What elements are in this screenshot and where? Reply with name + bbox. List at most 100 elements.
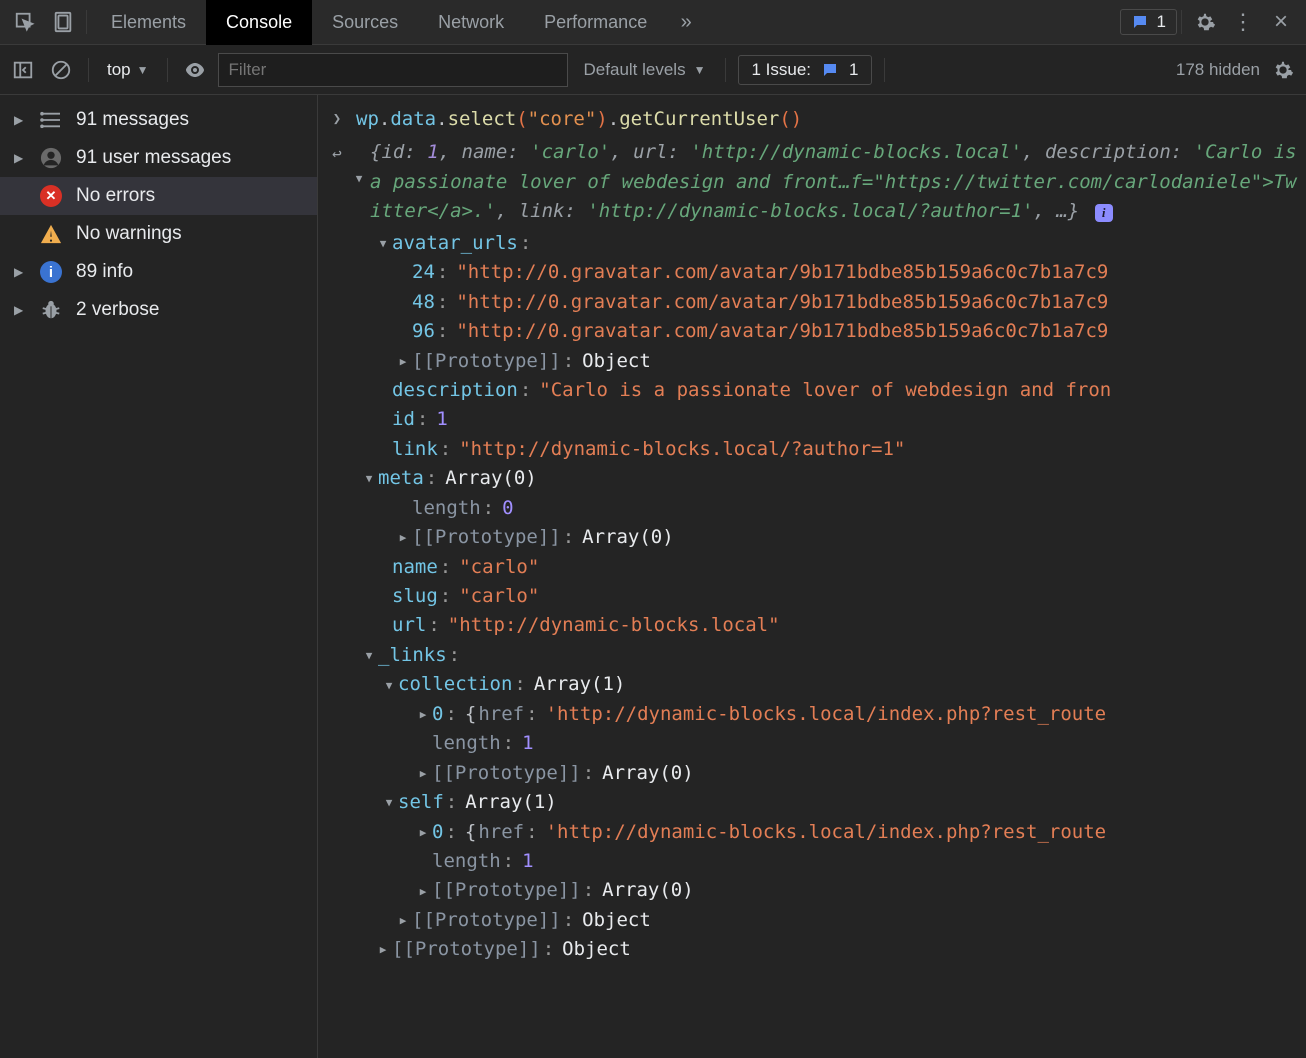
chevron-down-icon: ▼ bbox=[137, 63, 149, 77]
divider bbox=[1181, 10, 1182, 34]
tree-row-avatar-24[interactable]: 24: "http://0.gravatar.com/avatar/9b171b… bbox=[376, 258, 1306, 287]
close-devtools-icon[interactable]: × bbox=[1264, 5, 1298, 39]
expand-toggle-icon[interactable] bbox=[382, 677, 396, 694]
chat-icon bbox=[1131, 13, 1149, 31]
sidebar-item-label: 89 info bbox=[76, 261, 133, 283]
object-preview: {id: 1, name: 'carlo', url: 'http://dyna… bbox=[356, 138, 1306, 226]
divider bbox=[884, 58, 885, 82]
expand-toggle-icon[interactable] bbox=[416, 765, 430, 782]
expand-toggle-icon[interactable] bbox=[416, 824, 430, 841]
log-levels-selector[interactable]: Default levels ▼ bbox=[576, 60, 714, 80]
tree-row-slug[interactable]: slug: "carlo" bbox=[376, 582, 1306, 611]
tree-row-proto[interactable]: [[Prototype]]: Array(0) bbox=[376, 759, 1306, 788]
tree-row-name[interactable]: name: "carlo" bbox=[376, 553, 1306, 582]
settings-gear-icon[interactable] bbox=[1188, 5, 1222, 39]
issue-label: 1 Issue: bbox=[751, 60, 811, 80]
expand-toggle-icon[interactable] bbox=[362, 470, 376, 487]
tab-console[interactable]: Console bbox=[206, 0, 312, 45]
chevron-down-icon: ▼ bbox=[694, 63, 706, 77]
tree-row-description[interactable]: description: "Carlo is a passionate love… bbox=[376, 376, 1306, 405]
tree-row-self-0[interactable]: 0: {href: 'http://dynamic-blocks.local/i… bbox=[376, 818, 1306, 847]
expand-arrow-icon: ▶ bbox=[14, 113, 26, 127]
execution-context-selector[interactable]: top ▼ bbox=[101, 60, 155, 80]
tree-row-meta[interactable]: meta: Array(0) bbox=[362, 464, 1306, 493]
kebab-menu-icon[interactable]: ⋮ bbox=[1226, 5, 1260, 39]
levels-label: Default levels bbox=[584, 60, 686, 80]
expand-toggle-icon[interactable] bbox=[352, 170, 366, 187]
sidebar-item-verbose[interactable]: ▶ 2 verbose bbox=[0, 291, 317, 329]
tree-row-url[interactable]: url: "http://dynamic-blocks.local" bbox=[376, 611, 1306, 640]
console-command-row[interactable]: ❯ wp.data.select("core").getCurrentUser(… bbox=[328, 103, 1306, 136]
warning-icon bbox=[40, 223, 62, 245]
device-toggle-icon[interactable] bbox=[46, 5, 80, 39]
toggle-sidebar-icon[interactable] bbox=[8, 55, 38, 85]
info-badge-icon[interactable]: i bbox=[1095, 204, 1113, 222]
tree-row-proto[interactable]: [[Prototype]]: Object bbox=[376, 935, 1306, 964]
expand-toggle-icon[interactable] bbox=[416, 706, 430, 723]
output-arrow-icon: ↩ bbox=[328, 138, 346, 167]
console-settings-gear-icon[interactable] bbox=[1268, 55, 1298, 85]
issues-count: 1 bbox=[1157, 12, 1166, 32]
list-icon bbox=[40, 109, 62, 131]
inspect-element-icon[interactable] bbox=[8, 5, 42, 39]
expand-toggle-icon[interactable] bbox=[396, 529, 410, 546]
tree-row-avatar-96[interactable]: 96: "http://0.gravatar.com/avatar/9b171b… bbox=[376, 317, 1306, 346]
expand-arrow-icon: ▶ bbox=[14, 303, 26, 317]
divider bbox=[86, 10, 87, 34]
chat-icon bbox=[821, 61, 839, 79]
expand-toggle-icon[interactable] bbox=[362, 647, 376, 664]
sidebar-item-user-messages[interactable]: ▶ 91 user messages bbox=[0, 139, 317, 177]
divider bbox=[167, 58, 168, 82]
sidebar-item-label: 91 messages bbox=[76, 109, 189, 131]
clear-console-icon[interactable] bbox=[46, 55, 76, 85]
console-toolbar: top ▼ Default levels ▼ 1 Issue: 1 178 hi… bbox=[0, 45, 1306, 95]
console-result-row[interactable]: ↩ {id: 1, name: 'carlo', url: 'http://dy… bbox=[328, 136, 1306, 228]
tree-row-proto[interactable]: [[Prototype]]: Array(0) bbox=[376, 876, 1306, 905]
sidebar-item-label: 91 user messages bbox=[76, 147, 231, 169]
context-label: top bbox=[107, 60, 131, 80]
tree-row-self[interactable]: self: Array(1) bbox=[362, 788, 1306, 817]
tree-row-avatar-urls[interactable]: avatar_urls: bbox=[376, 229, 1306, 258]
tab-performance[interactable]: Performance bbox=[524, 0, 667, 45]
issues-chip[interactable]: 1 bbox=[1120, 9, 1177, 35]
sidebar-item-errors[interactable]: ▶ ✕ No errors bbox=[0, 177, 317, 215]
tree-row-meta-length[interactable]: length: 0 bbox=[376, 494, 1306, 523]
tab-sources[interactable]: Sources bbox=[312, 0, 418, 45]
tree-row-avatar-48[interactable]: 48: "http://0.gravatar.com/avatar/9b171b… bbox=[376, 288, 1306, 317]
expand-toggle-icon[interactable] bbox=[376, 235, 390, 252]
expand-toggle-icon[interactable] bbox=[376, 941, 390, 958]
sidebar-item-messages[interactable]: ▶ 91 messages bbox=[0, 101, 317, 139]
divider bbox=[88, 58, 89, 82]
hidden-count[interactable]: 178 hidden bbox=[1176, 60, 1260, 80]
expand-arrow-icon: ▶ bbox=[14, 265, 26, 279]
tree-row-proto[interactable]: [[Prototype]]: Array(0) bbox=[376, 523, 1306, 552]
tree-row-proto[interactable]: [[Prototype]]: Object bbox=[376, 906, 1306, 935]
tree-row-links[interactable]: _links: bbox=[362, 641, 1306, 670]
issues-pill[interactable]: 1 Issue: 1 bbox=[738, 55, 871, 85]
expand-toggle-icon[interactable] bbox=[396, 353, 410, 370]
object-tree: avatar_urls: 24: "http://0.gravatar.com/… bbox=[328, 229, 1306, 965]
divider bbox=[725, 58, 726, 82]
more-tabs-icon[interactable]: » bbox=[669, 5, 703, 39]
expand-toggle-icon[interactable] bbox=[396, 912, 410, 929]
sidebar-item-info[interactable]: ▶ i 89 info bbox=[0, 253, 317, 291]
expand-toggle-icon[interactable] bbox=[416, 883, 430, 900]
tree-row-id[interactable]: id: 1 bbox=[376, 405, 1306, 434]
sidebar-item-label: No errors bbox=[76, 185, 155, 207]
tree-row-collection-0[interactable]: 0: {href: 'http://dynamic-blocks.local/i… bbox=[376, 700, 1306, 729]
tree-row-self-length[interactable]: length: 1 bbox=[376, 847, 1306, 876]
tree-row-link[interactable]: link: "http://dynamic-blocks.local/?auth… bbox=[376, 435, 1306, 464]
expand-toggle-icon[interactable] bbox=[382, 794, 396, 811]
sidebar-item-warnings[interactable]: ▶ No warnings bbox=[0, 215, 317, 253]
live-expression-icon[interactable] bbox=[180, 55, 210, 85]
tab-network[interactable]: Network bbox=[418, 0, 524, 45]
tree-row-collection[interactable]: collection: Array(1) bbox=[362, 670, 1306, 699]
issue-count: 1 bbox=[849, 60, 858, 80]
expand-arrow-icon: ▶ bbox=[14, 151, 26, 165]
tree-row-collection-length[interactable]: length: 1 bbox=[376, 729, 1306, 758]
tab-elements[interactable]: Elements bbox=[91, 0, 206, 45]
tree-row-proto[interactable]: [[Prototype]]: Object bbox=[376, 347, 1306, 376]
filter-input[interactable] bbox=[218, 53, 568, 87]
info-icon: i bbox=[40, 261, 62, 283]
bug-icon bbox=[40, 299, 62, 321]
